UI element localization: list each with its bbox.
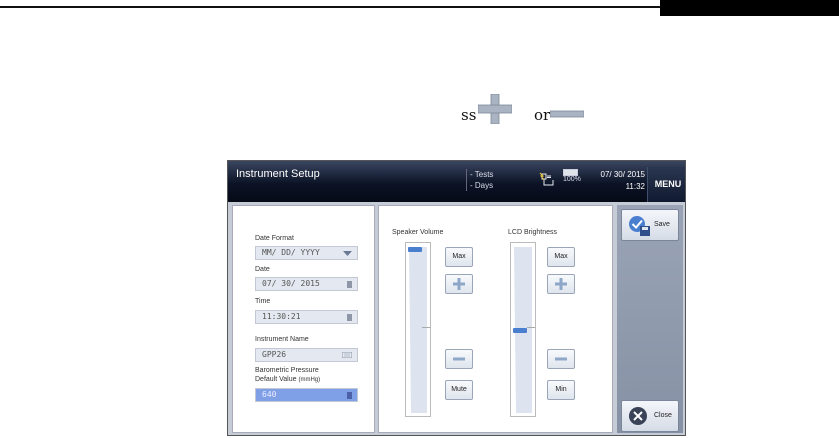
lcd-brightness-slider[interactable] <box>510 242 536 417</box>
date-format-select[interactable]: MM/ DD/ YYYY <box>255 246 358 260</box>
save-button[interactable]: Save <box>621 209 679 241</box>
action-panel: Save Close <box>617 205 683 433</box>
speaker-increase-button[interactable] <box>445 274 473 294</box>
lcd-min-button[interactable]: Min <box>547 380 575 400</box>
lcd-increase-button[interactable] <box>547 274 575 294</box>
date-label: Date <box>255 266 270 273</box>
close-icon <box>629 407 647 425</box>
screen-title: Instrument Setup <box>236 168 320 180</box>
slider-mid-tick <box>422 327 430 328</box>
tests-label: - Tests <box>470 170 494 179</box>
plus-icon <box>555 278 567 290</box>
status-time: 11:32 <box>625 182 645 191</box>
speaker-volume-title: Speaker Volume <box>392 229 444 236</box>
status-datetime: 07/ 30/ 2015 11:32 <box>595 169 645 193</box>
date-field[interactable]: 07/ 30/ 2015 <box>255 277 358 291</box>
instrument-screen: Instrument Setup - Tests - Days 100% 07/… <box>227 160 686 436</box>
minus-icon <box>555 357 567 361</box>
date-value: 07/ 30/ 2015 <box>262 279 320 288</box>
doc-text-ss: ss <box>461 106 477 124</box>
days-label: - Days <box>470 181 494 190</box>
date-format-value: MM/ DD/ YYYY <box>262 248 320 257</box>
header-bar <box>660 0 839 16</box>
battery-percent: 100% <box>563 176 581 183</box>
edit-icon <box>347 392 352 399</box>
lcd-decrease-button[interactable] <box>547 349 575 369</box>
edit-icon <box>347 281 352 288</box>
barometric-label-line2: Default Value <box>255 376 297 383</box>
time-value: 11:30:21 <box>262 312 301 321</box>
slider-mid-tick <box>527 327 535 328</box>
doc-text-or: or <box>534 106 551 124</box>
close-button[interactable]: Close <box>621 400 679 432</box>
barometric-label-line1: Barometric Pressure <box>255 367 319 374</box>
close-label: Close <box>654 412 672 419</box>
lcd-brightness-title: LCD Brightness <box>508 229 558 236</box>
time-label: Time <box>255 298 271 305</box>
tests-days-status: - Tests - Days <box>466 169 493 191</box>
edit-icon <box>347 314 352 321</box>
battery-icon <box>563 169 578 176</box>
time-field[interactable]: 11:30:21 <box>255 310 358 324</box>
battery-status: 100% <box>563 169 581 183</box>
speaker-mute-button[interactable]: Mute <box>445 380 473 400</box>
barometric-unit: (mmHg) <box>298 377 321 383</box>
date-format-label: Date Format <box>255 235 294 242</box>
plus-icon <box>478 94 512 124</box>
barometric-pressure-value: 640 <box>262 390 277 399</box>
top-rule <box>0 6 660 8</box>
barometric-label: Barometric Pressure Default Value (mmHg) <box>255 366 320 385</box>
save-check-icon <box>629 216 650 236</box>
chevron-down-icon <box>343 251 352 256</box>
speaker-max-button[interactable]: Max <box>445 247 473 267</box>
status-date: 07/ 30/ 2015 <box>600 170 645 179</box>
audio-display-panel: Speaker Volume Max Mute LCD Brightness M… <box>378 205 613 433</box>
speaker-volume-thumb[interactable] <box>408 247 422 252</box>
barometric-pressure-field[interactable]: 640 <box>255 388 358 402</box>
instrument-name-field[interactable]: GPP26 <box>255 348 358 362</box>
keyboard-icon <box>342 352 352 358</box>
lcd-brightness-thumb[interactable] <box>513 327 527 333</box>
power-plug-icon <box>539 172 554 186</box>
minus-icon <box>453 357 465 361</box>
plus-icon <box>453 278 465 290</box>
instrument-name-value: GPP26 <box>262 350 287 359</box>
menu-button[interactable]: MENU <box>647 167 685 202</box>
minus-icon <box>550 110 584 118</box>
speaker-volume-slider[interactable] <box>405 242 431 417</box>
instrument-name-label: Instrument Name <box>255 336 309 343</box>
save-label: Save <box>654 221 670 228</box>
speaker-decrease-button[interactable] <box>445 349 473 369</box>
settings-panel: Date Format MM/ DD/ YYYY Date 07/ 30/ 20… <box>232 205 375 433</box>
slider-wedge <box>409 247 427 413</box>
lcd-max-button[interactable]: Max <box>547 247 575 267</box>
title-bar: Instrument Setup - Tests - Days 100% 07/… <box>228 161 685 202</box>
